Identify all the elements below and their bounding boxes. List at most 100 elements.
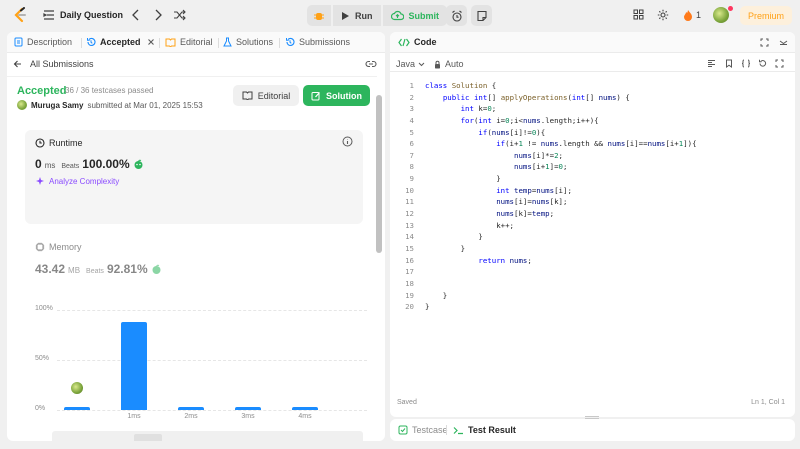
code-line[interactable]: 20} — [390, 301, 795, 313]
code-line[interactable]: 18 — [390, 278, 795, 290]
tab-editorial-label: Editorial — [180, 37, 213, 47]
code-line[interactable]: 13 k++; — [390, 220, 795, 232]
code-text: nums[k]=temp; — [496, 209, 555, 219]
chart-bar-2ms[interactable] — [178, 407, 204, 410]
chart-bar-1ms[interactable] — [121, 322, 147, 410]
bookmark-icon[interactable] — [725, 59, 733, 68]
line-number: 17 — [405, 267, 414, 277]
tab-submissions[interactable]: Submissions — [285, 37, 350, 47]
fire-icon — [684, 10, 692, 21]
chart-bar-0ms[interactable] — [64, 407, 90, 410]
streak-counter[interactable]: 1 — [683, 9, 701, 21]
tab-test-result[interactable]: Test Result — [453, 425, 516, 435]
settings-gear-icon[interactable] — [657, 9, 669, 21]
code-text: } — [425, 243, 466, 253]
daily-question-title[interactable]: Daily Question — [60, 10, 123, 20]
chevron-down-icon — [418, 62, 425, 66]
lock-icon — [435, 60, 440, 68]
line-number: 12 — [405, 209, 414, 219]
alarm-icon — [451, 10, 462, 22]
editorial-button[interactable]: Editorial — [233, 85, 299, 106]
premium-button[interactable]: Premium — [740, 6, 792, 25]
code-line[interactable]: 1 class Solution { — [390, 80, 795, 92]
code-text: return nums; — [478, 255, 532, 265]
next-question-icon[interactable] — [153, 9, 163, 21]
editor-toolbar: Java Auto — [390, 54, 795, 72]
notes-button[interactable] — [471, 5, 492, 26]
code-line[interactable]: 6 if(i+1 != nums.length && nums[i]==nums… — [390, 138, 795, 150]
code-text: } — [425, 302, 430, 312]
range-window-handle[interactable] — [134, 434, 162, 441]
code-line[interactable]: 2 public int[] applyOperations(int[] num… — [390, 92, 795, 104]
tab-testcase[interactable]: Testcase — [398, 425, 448, 435]
chart-bar-4ms[interactable] — [292, 407, 318, 410]
code-line[interactable]: 12 nums[k]=temp; — [390, 208, 795, 220]
code-line[interactable]: 4 for(int i=0;i<nums.length;i++){ — [390, 115, 795, 127]
code-line[interactable]: 8 nums[i+1]=0; — [390, 161, 795, 173]
chart-bar-3ms[interactable] — [235, 407, 261, 410]
prev-question-icon[interactable] — [131, 9, 141, 21]
test-result-label: Test Result — [468, 425, 516, 435]
code-line[interactable]: 19 } — [390, 290, 795, 302]
tab-editorial[interactable]: Editorial — [165, 37, 213, 47]
code-line[interactable]: 16 return nums; — [390, 255, 795, 267]
memory-beats-label: Beats — [86, 268, 104, 275]
code-line[interactable]: 14 } — [390, 231, 795, 243]
code-line[interactable]: 15 } — [390, 243, 795, 255]
code-line[interactable]: 10 int temp=nums[i]; — [390, 185, 795, 197]
streak-count: 1 — [696, 10, 702, 20]
reset-code-icon[interactable] — [758, 59, 767, 68]
testcase-label: Testcase — [412, 425, 448, 435]
memory-header[interactable]: Memory — [35, 242, 82, 252]
close-tab-icon[interactable] — [147, 38, 155, 46]
language-select[interactable]: Java — [396, 59, 425, 69]
all-submissions-link[interactable]: All Submissions — [13, 59, 94, 69]
tab-description[interactable]: Description — [14, 37, 72, 47]
code-line[interactable]: 9 } — [390, 173, 795, 185]
runtime-card[interactable]: Runtime 0 ms Beats 100.00% Analyze Compl… — [25, 130, 363, 224]
info-icon[interactable] — [342, 136, 353, 147]
timer-button[interactable] — [446, 5, 467, 26]
fullscreen-icon[interactable] — [775, 59, 784, 68]
code-line[interactable]: 5 if(nums[i]!=0){ — [390, 127, 795, 139]
tab-solutions[interactable]: Solutions — [223, 37, 273, 47]
solution-button-label: Solution — [326, 90, 362, 101]
code-editor[interactable]: 1 class Solution {2 public int[] applyOpe… — [390, 80, 795, 313]
braces-icon[interactable] — [741, 59, 751, 68]
link-icon[interactable] — [365, 59, 377, 69]
code-text: } — [425, 290, 448, 300]
code-line[interactable]: 7 nums[i]*=2; — [390, 150, 795, 162]
maximize-icon[interactable] — [760, 38, 769, 47]
line-number: 15 — [405, 243, 414, 253]
leetcode-fruit-icon — [152, 264, 161, 274]
code-line[interactable]: 3 int k=0; — [390, 103, 795, 115]
note-icon — [476, 10, 487, 21]
collapse-icon[interactable] — [779, 38, 788, 47]
auto-mode-toggle[interactable]: Auto — [434, 59, 464, 69]
submit-button[interactable]: Submit — [382, 5, 447, 26]
leetcode-logo-icon[interactable] — [12, 7, 28, 23]
debug-button[interactable] — [307, 5, 331, 26]
code-tab[interactable]: Code — [398, 37, 437, 47]
arrow-left-icon — [13, 60, 21, 68]
analyze-complexity-link[interactable]: Analyze Complexity — [35, 176, 119, 186]
layout-grid-icon[interactable] — [633, 9, 644, 20]
line-number: 7 — [409, 150, 414, 160]
user-avatar[interactable] — [713, 7, 729, 23]
shuffle-icon[interactable] — [173, 9, 186, 21]
run-button[interactable]: Run — [333, 5, 381, 26]
code-line[interactable]: 11 nums[i]=nums[k]; — [390, 196, 795, 208]
tab-accepted[interactable]: Accepted — [86, 37, 155, 47]
chart-range-overview[interactable]: 1ms2ms3ms4ms — [52, 431, 363, 441]
submission-panel: Description Accepted Editorial Solutions… — [7, 32, 385, 441]
problem-list-icon[interactable] — [43, 9, 55, 21]
format-code-icon[interactable] — [707, 59, 716, 68]
scrollbar-thumb[interactable] — [376, 95, 382, 253]
line-number: 8 — [409, 162, 414, 172]
code-line[interactable]: 17 — [390, 266, 795, 278]
line-number: 9 — [409, 174, 414, 184]
solution-button[interactable]: Solution — [303, 85, 370, 106]
code-text: nums[i+1]=0; — [514, 162, 568, 172]
submitter-name[interactable]: Muruga Samy — [31, 101, 83, 110]
submission-meta: Muruga Samy submitted at Mar 01, 2025 15… — [17, 100, 203, 110]
